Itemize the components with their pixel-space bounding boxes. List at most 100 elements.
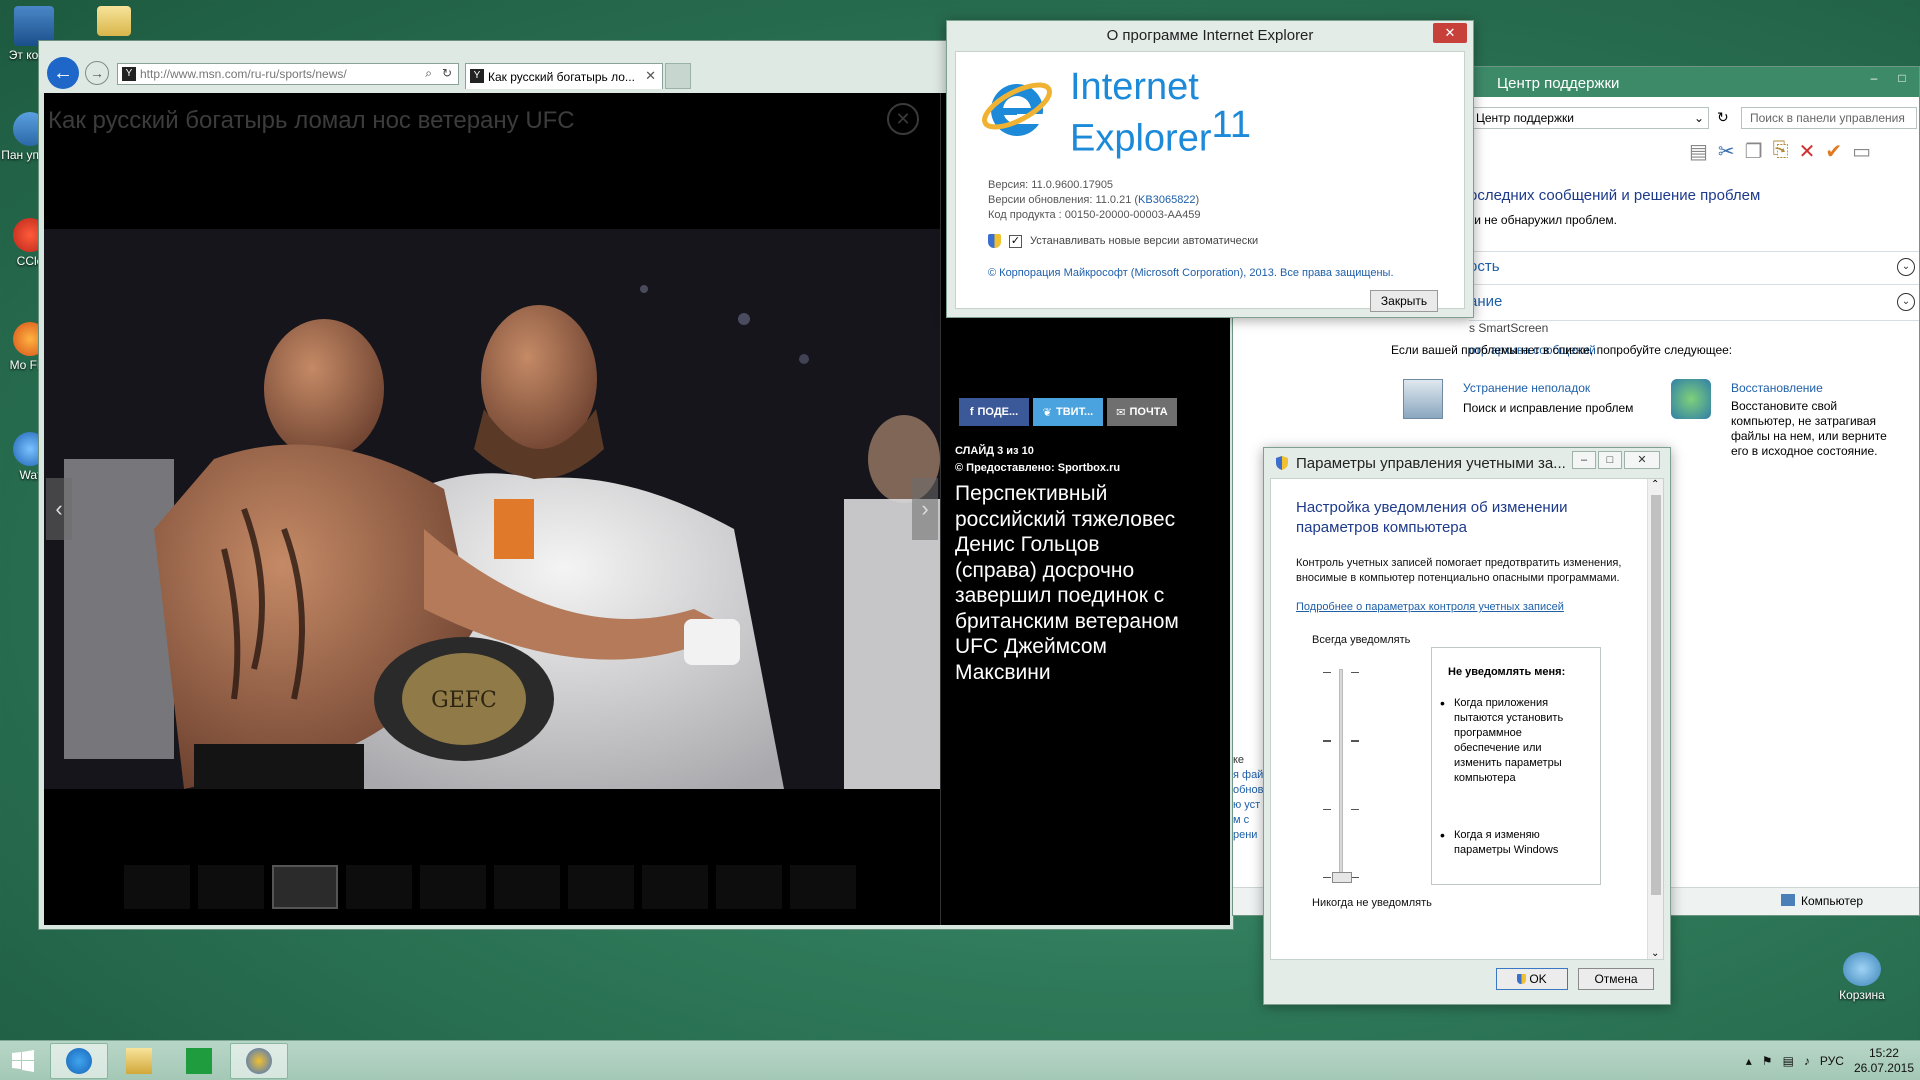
chevron-up-icon[interactable]: ▴ <box>1746 1054 1752 1068</box>
ie-version: Версия: 11.0.9600.17905 <box>988 179 1114 191</box>
ie-product-code: Код продукта : 00150-20000-00003-AA459 <box>988 209 1201 221</box>
slider-tick <box>1323 672 1331 673</box>
tab-title: Как русский богатырь ло... <box>488 69 635 84</box>
slide-thumbnail[interactable] <box>198 865 264 909</box>
ok-button[interactable]: OK <box>1496 968 1568 990</box>
copy-icon[interactable]: ❐ <box>1745 139 1763 164</box>
recovery-item[interactable]: Восстановление Восстановите свой компьют… <box>1671 379 1901 469</box>
control-panel-search-input[interactable]: Поиск в панели управления <box>1741 107 1917 129</box>
never-notify-label: Никогда не уведомлять <box>1312 897 1432 909</box>
windows-logo-icon <box>12 1050 34 1072</box>
minimize-button[interactable]: ‒ <box>1572 451 1596 469</box>
chevron-down-icon[interactable]: ⌄ <box>1651 948 1659 959</box>
volume-icon[interactable]: ♪ <box>1804 1054 1810 1068</box>
mail-share-button[interactable]: ✉ ПОЧТА <box>1107 398 1177 426</box>
maximize-button[interactable]: □ <box>1598 451 1622 469</box>
taskbar-app-button[interactable] <box>110 1043 168 1079</box>
ie-update-version: Версии обновления: 11.0.21 (KB3065822) <box>988 194 1199 206</box>
search-placeholder: Поиск в панели управления <box>1750 111 1905 125</box>
facebook-share-button[interactable]: f ПОДЕ... <box>959 398 1029 426</box>
uac-learn-more-link[interactable]: Подробнее о параметрах контроля учетных … <box>1296 601 1564 613</box>
security-section[interactable]: ость ⌄ <box>1469 251 1919 285</box>
chevron-down-icon[interactable]: ⌄ <box>1897 258 1915 276</box>
slide-thumbnail[interactable] <box>124 865 190 909</box>
close-dialog-button[interactable]: ✕ <box>1433 23 1467 43</box>
paste-icon[interactable]: ⎘ <box>1773 139 1789 164</box>
troubleshoot-item[interactable]: Устранение неполадок Поиск и исправление… <box>1403 379 1633 423</box>
auto-update-checkbox[interactable]: ✓ <box>1009 234 1022 248</box>
troubleshoot-desc: Поиск и исправление проблем <box>1463 401 1634 415</box>
maintenance-section[interactable]: ание ⌄ <box>1469 287 1919 321</box>
taskbar-app-button[interactable] <box>50 1043 108 1079</box>
language-indicator[interactable]: РУС <box>1820 1054 1844 1068</box>
close-slideshow-button[interactable]: ✕ <box>887 103 919 135</box>
recycle-bin-icon <box>1843 952 1881 986</box>
desktop-icon-recycle-bin[interactable]: Корзина <box>1832 952 1892 1002</box>
slide-thumbnail[interactable] <box>642 865 708 909</box>
ie-product-name-line2: Explorer11 <box>1070 104 1251 161</box>
next-slide-button[interactable]: › <box>912 478 938 540</box>
status-computer-label: Компьютер <box>1801 894 1864 908</box>
slide-thumbnail[interactable] <box>346 865 412 909</box>
close-button[interactable]: ✕ <box>1624 451 1660 469</box>
ok-label: OK <box>1529 972 1547 986</box>
back-button[interactable]: ← <box>47 57 79 89</box>
copyright-link[interactable]: © Корпорация Майкрософт (Microsoft Corpo… <box>988 267 1394 279</box>
browser-tab[interactable]: Y Как русский богатырь ло... ✕ <box>465 63 663 89</box>
kb-link[interactable]: KB3065822 <box>1138 194 1196 206</box>
layout-icon[interactable]: ▤ <box>1689 139 1708 164</box>
previous-slide-button[interactable]: ‹ <box>46 478 72 540</box>
maximize-button[interactable]: □ <box>1889 71 1915 89</box>
smartscreen-link[interactable]: s SmartScreen <box>1469 321 1548 335</box>
twitter-share-button[interactable]: ❦ ТВИТ... <box>1033 398 1103 426</box>
new-tab-button[interactable] <box>665 63 691 89</box>
slide-thumbnail[interactable] <box>568 865 634 909</box>
chevron-down-icon[interactable]: ⌄ <box>1694 111 1704 125</box>
recovery-title[interactable]: Восстановление <box>1731 381 1823 395</box>
ie-version-badge: 11 <box>1211 104 1251 146</box>
refresh-icon[interactable]: ↻ <box>442 66 452 80</box>
refresh-icon[interactable]: ↻ <box>1717 109 1729 126</box>
uac-slider-thumb[interactable] <box>1332 872 1352 883</box>
address-text: Центр поддержки <box>1476 111 1574 125</box>
scrollbar[interactable]: ⌃ ⌄ <box>1647 479 1663 959</box>
slide-thumbnail[interactable] <box>420 865 486 909</box>
close-button[interactable]: Закрыть <box>1370 290 1438 312</box>
uac-slider-track[interactable] <box>1339 669 1343 879</box>
flag-icon[interactable]: ⚑ <box>1762 1054 1773 1068</box>
address-bar[interactable]: Y http://www.msn.com/ru-ru/sports/news/ … <box>117 63 459 85</box>
taskbar-app-button[interactable] <box>170 1043 228 1079</box>
close-tab-icon[interactable]: ✕ <box>645 68 656 84</box>
start-button[interactable] <box>0 1043 46 1079</box>
store-icon <box>186 1048 212 1074</box>
slide-thumbnail[interactable] <box>272 865 338 909</box>
slide-thumbnail[interactable] <box>790 865 856 909</box>
cut-icon[interactable]: ✂ <box>1718 139 1735 164</box>
checkmark-icon[interactable]: ✔ <box>1825 139 1842 164</box>
slide-thumbnail[interactable] <box>494 865 560 909</box>
arrow-left-icon: ← <box>53 61 73 84</box>
network-icon[interactable]: ▤ <box>1783 1054 1794 1068</box>
search-icon[interactable]: ⌕ <box>425 66 432 81</box>
properties-icon[interactable]: ▭ <box>1852 139 1871 164</box>
cancel-button[interactable]: Отмена <box>1578 968 1654 990</box>
scrollbar-thumb[interactable] <box>1651 495 1661 895</box>
forward-button[interactable]: → <box>85 61 109 85</box>
desktop-icon-folder[interactable] <box>84 6 144 38</box>
minimize-button[interactable]: ‒ <box>1861 71 1887 89</box>
belt-logo-text: GEFC <box>431 688 497 713</box>
control-panel-address[interactable]: Центр поддержки ⌄ <box>1469 107 1709 129</box>
facebook-icon: f <box>969 406 974 418</box>
slide-thumbnail[interactable] <box>716 865 782 909</box>
chevron-up-icon[interactable]: ⌃ <box>1651 479 1659 490</box>
taskbar-app-button[interactable] <box>230 1043 288 1079</box>
clock-date: 26.07.2015 <box>1853 1061 1914 1075</box>
about-ie-body: Internet Explorer11 Версия: 11.0.9600.17… <box>955 51 1465 312</box>
slider-tick <box>1351 740 1359 743</box>
uac-level-description: Не уведомлять меня: Когда приложения пыт… <box>1431 647 1601 885</box>
delete-icon[interactable]: ✕ <box>1799 139 1816 164</box>
clock[interactable]: 15:22 26.07.2015 <box>1854 1046 1914 1076</box>
arrow-right-icon: → <box>90 65 104 81</box>
chevron-down-icon[interactable]: ⌄ <box>1897 293 1915 311</box>
troubleshoot-title[interactable]: Устранение неполадок <box>1463 381 1590 395</box>
